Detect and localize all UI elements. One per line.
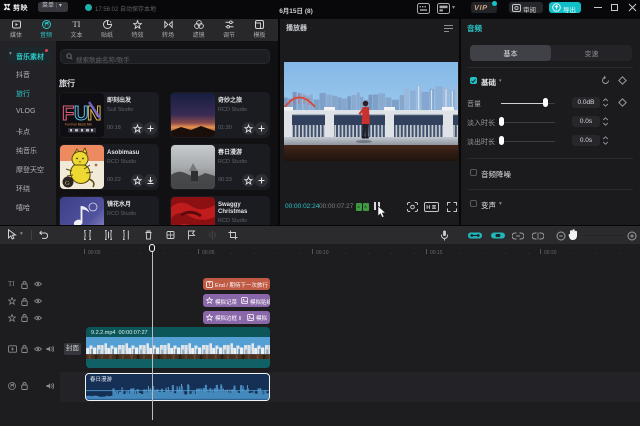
svg-text:T: T (208, 282, 211, 288)
svg-text:Fun Fun Music Mix: Fun Fun Music Mix (65, 123, 92, 127)
svg-text:G: G (65, 180, 70, 187)
